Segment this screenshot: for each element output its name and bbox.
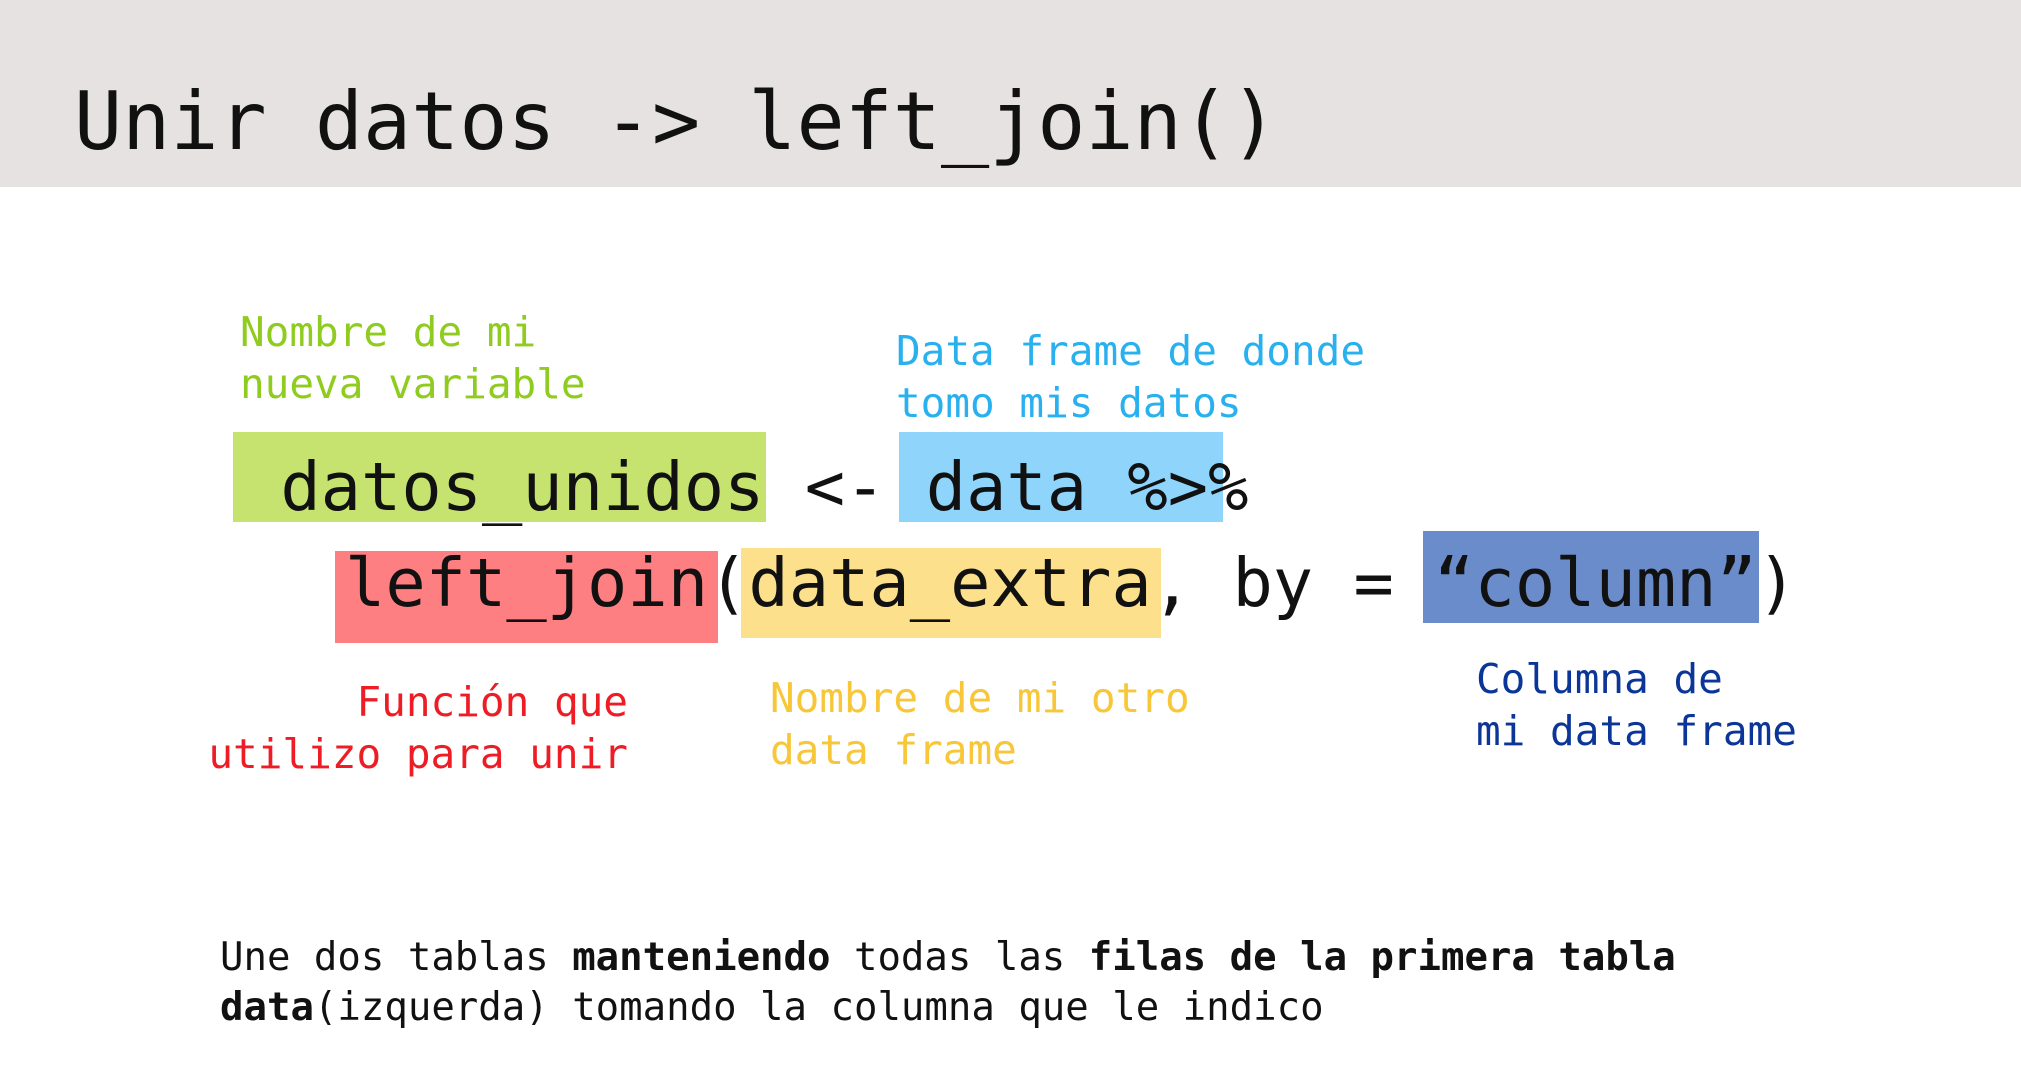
code-variable-name: datos_unidos xyxy=(240,448,765,526)
code-assign-operator: <- xyxy=(764,448,926,526)
code-line-2: left_join(data_extra, by = “column”) xyxy=(345,543,1797,623)
note-bold-text: data xyxy=(220,985,314,1030)
note-line-2: data(izquerda) tomando la columna que le… xyxy=(220,983,1324,1033)
note-bold-text: filas de la primera tabla xyxy=(1088,935,1676,980)
code-by-keyword: , by = xyxy=(1151,544,1435,622)
column-annotation-line-2: mi data frame xyxy=(1476,707,1797,755)
slide-title: Unir datos -> left_join() xyxy=(74,75,1279,168)
note-text: todas las xyxy=(830,935,1089,980)
other-frame-annotation: Nombre de mi otro data frame xyxy=(770,672,1190,776)
column-annotation-line-1: Columna de xyxy=(1476,655,1723,703)
note-line-1: Une dos tablas manteniendo todas las fil… xyxy=(220,933,1676,983)
code-close-paren: ) xyxy=(1756,544,1798,622)
source-annotation: Data frame de donde tomo mis datos xyxy=(896,325,1365,429)
variable-annotation: Nombre de mi nueva variable xyxy=(240,306,586,410)
variable-annotation-line-2: nueva variable xyxy=(240,360,586,408)
code-argument-frame: data_extra xyxy=(748,544,1152,622)
code-open-paren: ( xyxy=(708,544,749,622)
other-frame-annotation-line-2: data frame xyxy=(770,726,1017,774)
other-frame-annotation-line-1: Nombre de mi otro xyxy=(770,674,1190,722)
note-text: (izquerda) tomando la columna que le ind… xyxy=(313,985,1324,1030)
function-annotation-line-1: Función que xyxy=(356,678,628,726)
source-annotation-line-2: tomo mis datos xyxy=(896,379,1242,427)
code-source-data: data %>% xyxy=(925,448,1249,526)
code-function-name: left_join xyxy=(345,544,709,622)
source-annotation-line-1: Data frame de donde xyxy=(896,327,1365,375)
function-annotation-line-2: utilizo para unir xyxy=(208,730,628,778)
note-text: Une dos tablas xyxy=(220,935,573,980)
code-column-string: “column” xyxy=(1434,544,1757,622)
note-bold-text: manteniendo xyxy=(572,935,831,980)
function-annotation: Función que utilizo para unir xyxy=(168,676,628,780)
variable-annotation-line-1: Nombre de mi xyxy=(240,308,537,356)
column-annotation: Columna de mi data frame xyxy=(1476,653,1797,757)
code-line-1: datos_unidos <- data %>% xyxy=(240,447,1248,527)
